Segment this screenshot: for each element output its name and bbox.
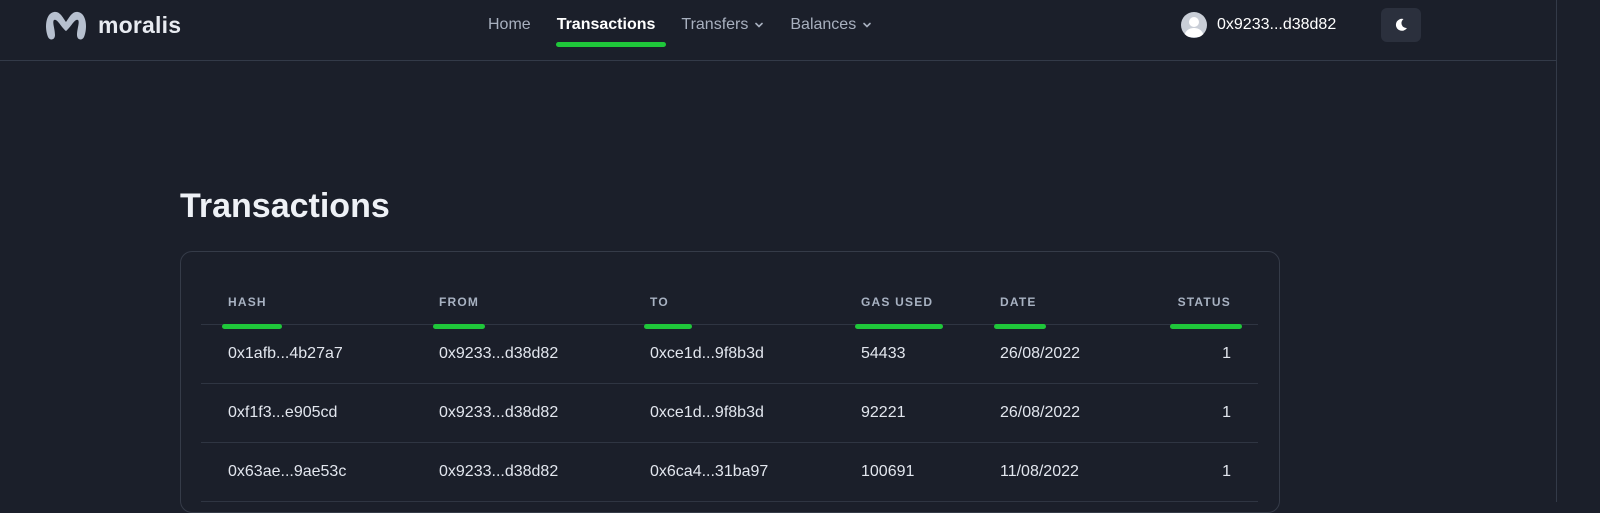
column-highlight bbox=[855, 324, 943, 329]
user-icon bbox=[1184, 17, 1204, 37]
column-header-to: TO bbox=[623, 280, 834, 329]
table-row[interactable]: 0x63ae...9ae53c 0x9233...d38d82 0x6ca4..… bbox=[201, 442, 1258, 502]
column-highlight bbox=[1170, 324, 1242, 329]
cell-gas-used: 100691 bbox=[834, 442, 973, 502]
column-header-hash: HASH bbox=[201, 280, 412, 329]
cell-to: 0x6ca4...31ba97 bbox=[623, 442, 834, 502]
cell-from: 0x9233...d38d82 bbox=[412, 383, 623, 443]
cell-gas-used: 54433 bbox=[834, 324, 973, 384]
column-header-from: FROM bbox=[412, 280, 623, 329]
table-row[interactable]: 0x1afb...4b27a7 0x9233...d38d82 0xce1d..… bbox=[201, 324, 1258, 384]
nav-balances-dropdown[interactable]: Balances bbox=[790, 16, 872, 34]
cell-from: 0x9233...d38d82 bbox=[412, 442, 623, 502]
column-header-label: HASH bbox=[228, 295, 267, 309]
transactions-card: HASH FROM TO GAS USED DATE STATUS 0x1afb… bbox=[180, 251, 1280, 513]
column-highlight bbox=[644, 324, 692, 329]
cell-status: 1 bbox=[1150, 324, 1258, 384]
top-navbar: moralis Home Transactions Transfers Bala… bbox=[0, 0, 1556, 61]
cell-date: 11/08/2022 bbox=[973, 442, 1150, 502]
column-header-label: FROM bbox=[439, 295, 480, 309]
column-header-label: TO bbox=[650, 295, 669, 309]
cell-hash: 0x63ae...9ae53c bbox=[201, 442, 412, 502]
cell-date: 26/08/2022 bbox=[973, 383, 1150, 443]
nav-home-label: Home bbox=[488, 16, 531, 33]
transactions-table: HASH FROM TO GAS USED DATE STATUS 0x1afb… bbox=[201, 280, 1258, 502]
main-nav: Home Transactions Transfers Balances bbox=[488, 16, 898, 34]
account-button[interactable]: 0x9233...d38d82 bbox=[1181, 12, 1336, 38]
moon-icon bbox=[1395, 18, 1407, 31]
column-highlight bbox=[222, 324, 282, 329]
column-header-status: STATUS bbox=[1150, 280, 1258, 329]
nav-transfers-label: Transfers bbox=[681, 16, 749, 33]
table-row[interactable]: 0xf1f3...e905cd 0x9233...d38d82 0xce1d..… bbox=[201, 383, 1258, 443]
moralis-logo-icon bbox=[46, 11, 86, 40]
page-title: Transactions bbox=[180, 187, 390, 225]
nav-transactions-label: Transactions bbox=[556, 16, 656, 33]
cell-to: 0xce1d...9f8b3d bbox=[623, 324, 834, 384]
cell-hash: 0xf1f3...e905cd bbox=[201, 383, 412, 443]
moralis-logo[interactable]: moralis bbox=[42, 7, 181, 43]
account-address: 0x9233...d38d82 bbox=[1217, 16, 1337, 33]
active-nav-underline bbox=[556, 42, 666, 47]
chevron-down-icon bbox=[863, 22, 872, 28]
nav-home[interactable]: Home bbox=[488, 16, 531, 34]
window-divider bbox=[1556, 0, 1557, 502]
cell-date: 26/08/2022 bbox=[973, 324, 1150, 384]
cell-status: 1 bbox=[1150, 442, 1258, 502]
cell-status: 1 bbox=[1150, 383, 1258, 443]
column-header-label: STATUS bbox=[1177, 295, 1231, 309]
column-header-date: DATE bbox=[973, 280, 1150, 329]
column-header-gas-used: GAS USED bbox=[834, 280, 973, 329]
avatar bbox=[1181, 12, 1207, 38]
cell-gas-used: 92221 bbox=[834, 383, 973, 443]
nav-balances-label: Balances bbox=[790, 16, 857, 33]
cell-to: 0xce1d...9f8b3d bbox=[623, 383, 834, 443]
column-header-label: DATE bbox=[1000, 295, 1037, 309]
brand-name: moralis bbox=[98, 11, 182, 38]
cell-hash: 0x1afb...4b27a7 bbox=[201, 324, 412, 384]
cell-from: 0x9233...d38d82 bbox=[412, 324, 623, 384]
chevron-down-icon bbox=[755, 22, 764, 28]
table-header-row: HASH FROM TO GAS USED DATE STATUS bbox=[201, 280, 1258, 329]
column-header-label: GAS USED bbox=[861, 295, 934, 309]
column-highlight bbox=[433, 324, 485, 329]
nav-transfers-dropdown[interactable]: Transfers bbox=[681, 16, 764, 34]
column-highlight bbox=[994, 324, 1046, 329]
nav-transactions[interactable]: Transactions bbox=[557, 16, 656, 34]
theme-toggle-button[interactable] bbox=[1381, 8, 1421, 42]
